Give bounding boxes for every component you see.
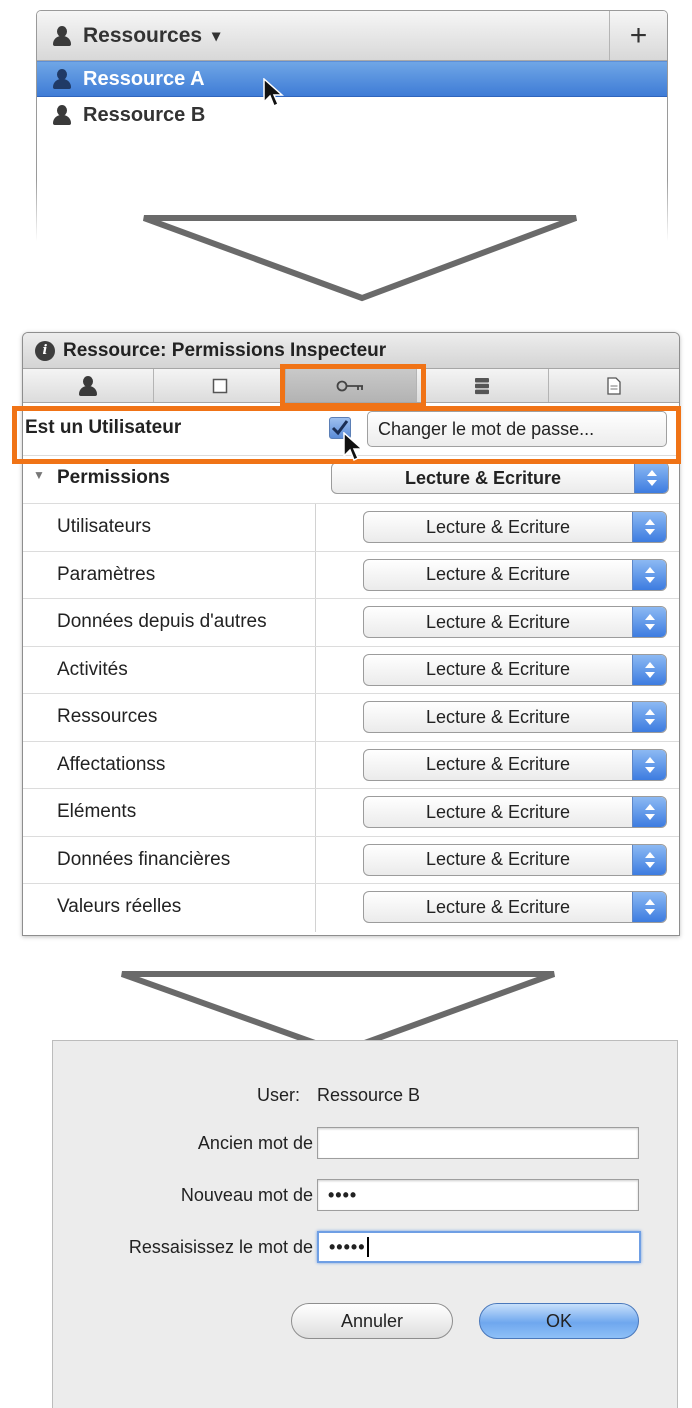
confirm-password-label: Ressaisissez le mot de xyxy=(128,1237,313,1257)
stepper-icon xyxy=(632,844,666,875)
tab-document[interactable] xyxy=(549,369,679,402)
permission-row: Utilisateurs Lecture & Ecriture xyxy=(23,504,679,552)
new-password-value: •••• xyxy=(328,1184,358,1205)
info-icon: i xyxy=(35,340,55,361)
stepper-icon xyxy=(632,797,666,827)
resources-header: Ressources ▾ + xyxy=(37,11,667,61)
permission-select[interactable]: Lecture & Ecriture xyxy=(363,701,667,733)
permission-select[interactable]: Lecture & Ecriture xyxy=(363,748,667,781)
key-tab-highlight xyxy=(280,364,426,408)
resource-list-item[interactable]: Ressource B xyxy=(37,97,667,133)
permission-row: Eléments Lecture & Ecriture xyxy=(23,789,679,837)
permissions-group-label: Permissions xyxy=(57,467,170,488)
permission-select[interactable]: Lecture & Ecriture xyxy=(363,653,667,686)
permission-row: Données financières Lecture & Ecriture xyxy=(23,836,679,884)
select-value: Lecture & Ecriture xyxy=(425,706,571,727)
select-value: Lecture & Ecriture xyxy=(425,754,571,774)
permission-label: Affectationss xyxy=(57,753,166,775)
permission-label: Paramètres xyxy=(57,563,156,585)
permission-label: Eléments xyxy=(57,801,137,822)
permission-label: Utilisateurs xyxy=(57,516,151,537)
select-value: Lecture & Ecriture xyxy=(425,801,571,822)
person-icon xyxy=(51,25,73,47)
permission-label: Données financières xyxy=(57,848,231,870)
person-icon xyxy=(77,375,99,397)
select-value: Lecture & Ecriture xyxy=(425,564,571,584)
stepper-icon xyxy=(632,559,666,590)
resource-list-item[interactable]: Ressource A xyxy=(37,61,667,97)
permission-label: Valeurs réelles xyxy=(57,896,182,917)
database-icon xyxy=(475,377,490,394)
new-password-label: Nouveau mot de xyxy=(180,1185,313,1205)
permission-select[interactable]: Lecture & Ecriture xyxy=(363,891,667,923)
resources-title: Ressources xyxy=(83,23,203,47)
permission-label: Activités xyxy=(57,658,128,680)
permission-row: Ressources Lecture & Ecriture xyxy=(23,694,679,742)
permission-select[interactable]: Lecture & Ecriture xyxy=(363,558,667,591)
tab-general[interactable] xyxy=(23,369,155,402)
user-label: User: xyxy=(257,1085,301,1105)
permission-select[interactable]: Lecture & Ecriture xyxy=(363,606,667,638)
permissions-group-select[interactable]: Lecture & Ecriture xyxy=(331,462,669,494)
person-icon xyxy=(51,104,73,126)
mouse-cursor-icon xyxy=(343,432,364,462)
permission-row: Valeurs réelles Lecture & Ecriture xyxy=(23,884,679,932)
select-value: Lecture & Ecriture xyxy=(425,659,571,679)
tab-notes[interactable] xyxy=(154,369,286,402)
inspector-title: Ressource: Permissions Inspecteur xyxy=(63,339,387,361)
select-value: Lecture & Ecriture xyxy=(425,516,571,537)
resource-item-label: Ressource B xyxy=(83,103,206,126)
person-icon xyxy=(51,68,73,90)
ok-button[interactable]: OK xyxy=(479,1303,639,1339)
select-value: Lecture & Ecriture xyxy=(425,896,571,917)
resources-menu-button[interactable]: Ressources ▾ xyxy=(37,24,609,48)
permission-row: Données depuis d'autres Lecture & Ecritur… xyxy=(23,599,679,647)
stepper-icon xyxy=(634,463,668,493)
stepper-icon xyxy=(632,702,666,732)
permission-label: Données depuis d'autres xyxy=(57,611,267,632)
change-password-dialog: User: Ressource B Ancien mot de Nouveau … xyxy=(52,1040,678,1408)
permission-label: Ressources xyxy=(57,706,158,727)
permission-select[interactable]: Lecture & Ecriture xyxy=(363,511,667,543)
text-caret xyxy=(366,1237,369,1257)
select-value: Lecture & Ecriture xyxy=(425,611,571,632)
disclosure-triangle-icon[interactable]: ▼ xyxy=(33,468,45,482)
old-password-field[interactable] xyxy=(317,1127,639,1159)
stepper-icon xyxy=(632,654,666,685)
stepper-icon xyxy=(632,892,666,922)
flow-arrow-icon xyxy=(142,215,578,302)
cancel-button[interactable]: Annuler xyxy=(291,1303,453,1339)
permission-select[interactable]: Lecture & Ecriture xyxy=(363,843,667,876)
user-value: Ressource B xyxy=(317,1085,421,1105)
permission-select[interactable]: Lecture & Ecriture xyxy=(363,796,667,828)
permission-row: Paramètres Lecture & Ecriture xyxy=(23,551,679,599)
stepper-icon xyxy=(632,749,666,780)
document-icon xyxy=(607,376,621,395)
stepper-icon xyxy=(632,512,666,542)
new-password-field[interactable]: •••• xyxy=(317,1179,639,1211)
confirm-password-value: ••••• xyxy=(329,1236,366,1257)
resource-item-label: Ressource A xyxy=(83,67,205,90)
add-resource-button[interactable]: + xyxy=(609,11,667,60)
confirm-password-field[interactable]: ••••• xyxy=(317,1231,641,1263)
tab-data[interactable] xyxy=(417,369,549,402)
permission-row: Affectationss Lecture & Ecriture xyxy=(23,741,679,789)
stepper-icon xyxy=(632,607,666,637)
permission-row: Activités Lecture & Ecriture xyxy=(23,646,679,694)
square-icon xyxy=(212,378,227,393)
chevron-down-icon: ▾ xyxy=(212,27,221,45)
select-value: Lecture & Ecriture xyxy=(425,849,571,869)
mouse-cursor-icon xyxy=(263,78,284,108)
select-value: Lecture & Ecriture xyxy=(404,467,562,488)
old-password-label: Ancien mot de xyxy=(197,1133,313,1153)
